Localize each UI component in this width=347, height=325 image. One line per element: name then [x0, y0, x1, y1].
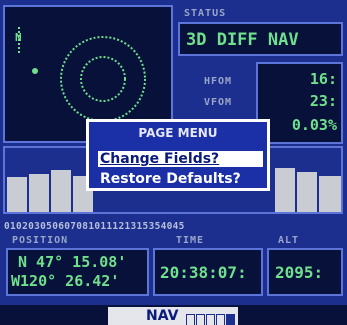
page-menu: PAGE MENU Change Fields? Restore Default… [86, 119, 270, 191]
status-mode-panel: 3D DIFF NAV [178, 22, 343, 56]
time-label: TIME [176, 235, 205, 246]
vfom-value: 23: [309, 92, 337, 110]
latitude-value: N 47° 15.08' [18, 253, 127, 271]
hfom-value: 16: [309, 70, 337, 88]
svg-text:N: N [15, 31, 22, 44]
page-indicator [186, 311, 235, 325]
alt-panel: 2095: [267, 248, 343, 296]
status-mode-value: 3D DIFF NAV [186, 30, 299, 50]
satellite-id-row: 010203050607081011121315354045 [4, 214, 344, 233]
time-value: 20:38:07: [160, 263, 247, 282]
page-tab[interactable]: NAV [108, 307, 238, 325]
status-label: STATUS [184, 8, 227, 19]
alt-value: 2095: [275, 263, 324, 282]
vfom-label: VFOM [204, 97, 233, 108]
restore-defaults-option[interactable]: Restore Defaults? [98, 171, 241, 187]
alt-label: ALT [278, 235, 300, 246]
time-panel: 20:38:07: [153, 248, 263, 296]
gps-screen: { "status": {"label": "STATUS", "mode": … [0, 0, 347, 325]
longitude-value: W120° 26.42' [11, 272, 120, 290]
epe-value: 0.03% [291, 116, 337, 134]
position-label: POSITION [12, 235, 69, 246]
page-menu-title: PAGE MENU [138, 126, 218, 140]
page-name: NAV [146, 308, 179, 324]
satellite-ids: 010203050607081011121315354045 [4, 221, 185, 232]
position-panel: N 47° 15.08' W120° 26.42' [6, 248, 149, 296]
change-fields-option[interactable]: Change Fields? [98, 151, 263, 167]
hfom-label: HFOM [204, 76, 233, 87]
